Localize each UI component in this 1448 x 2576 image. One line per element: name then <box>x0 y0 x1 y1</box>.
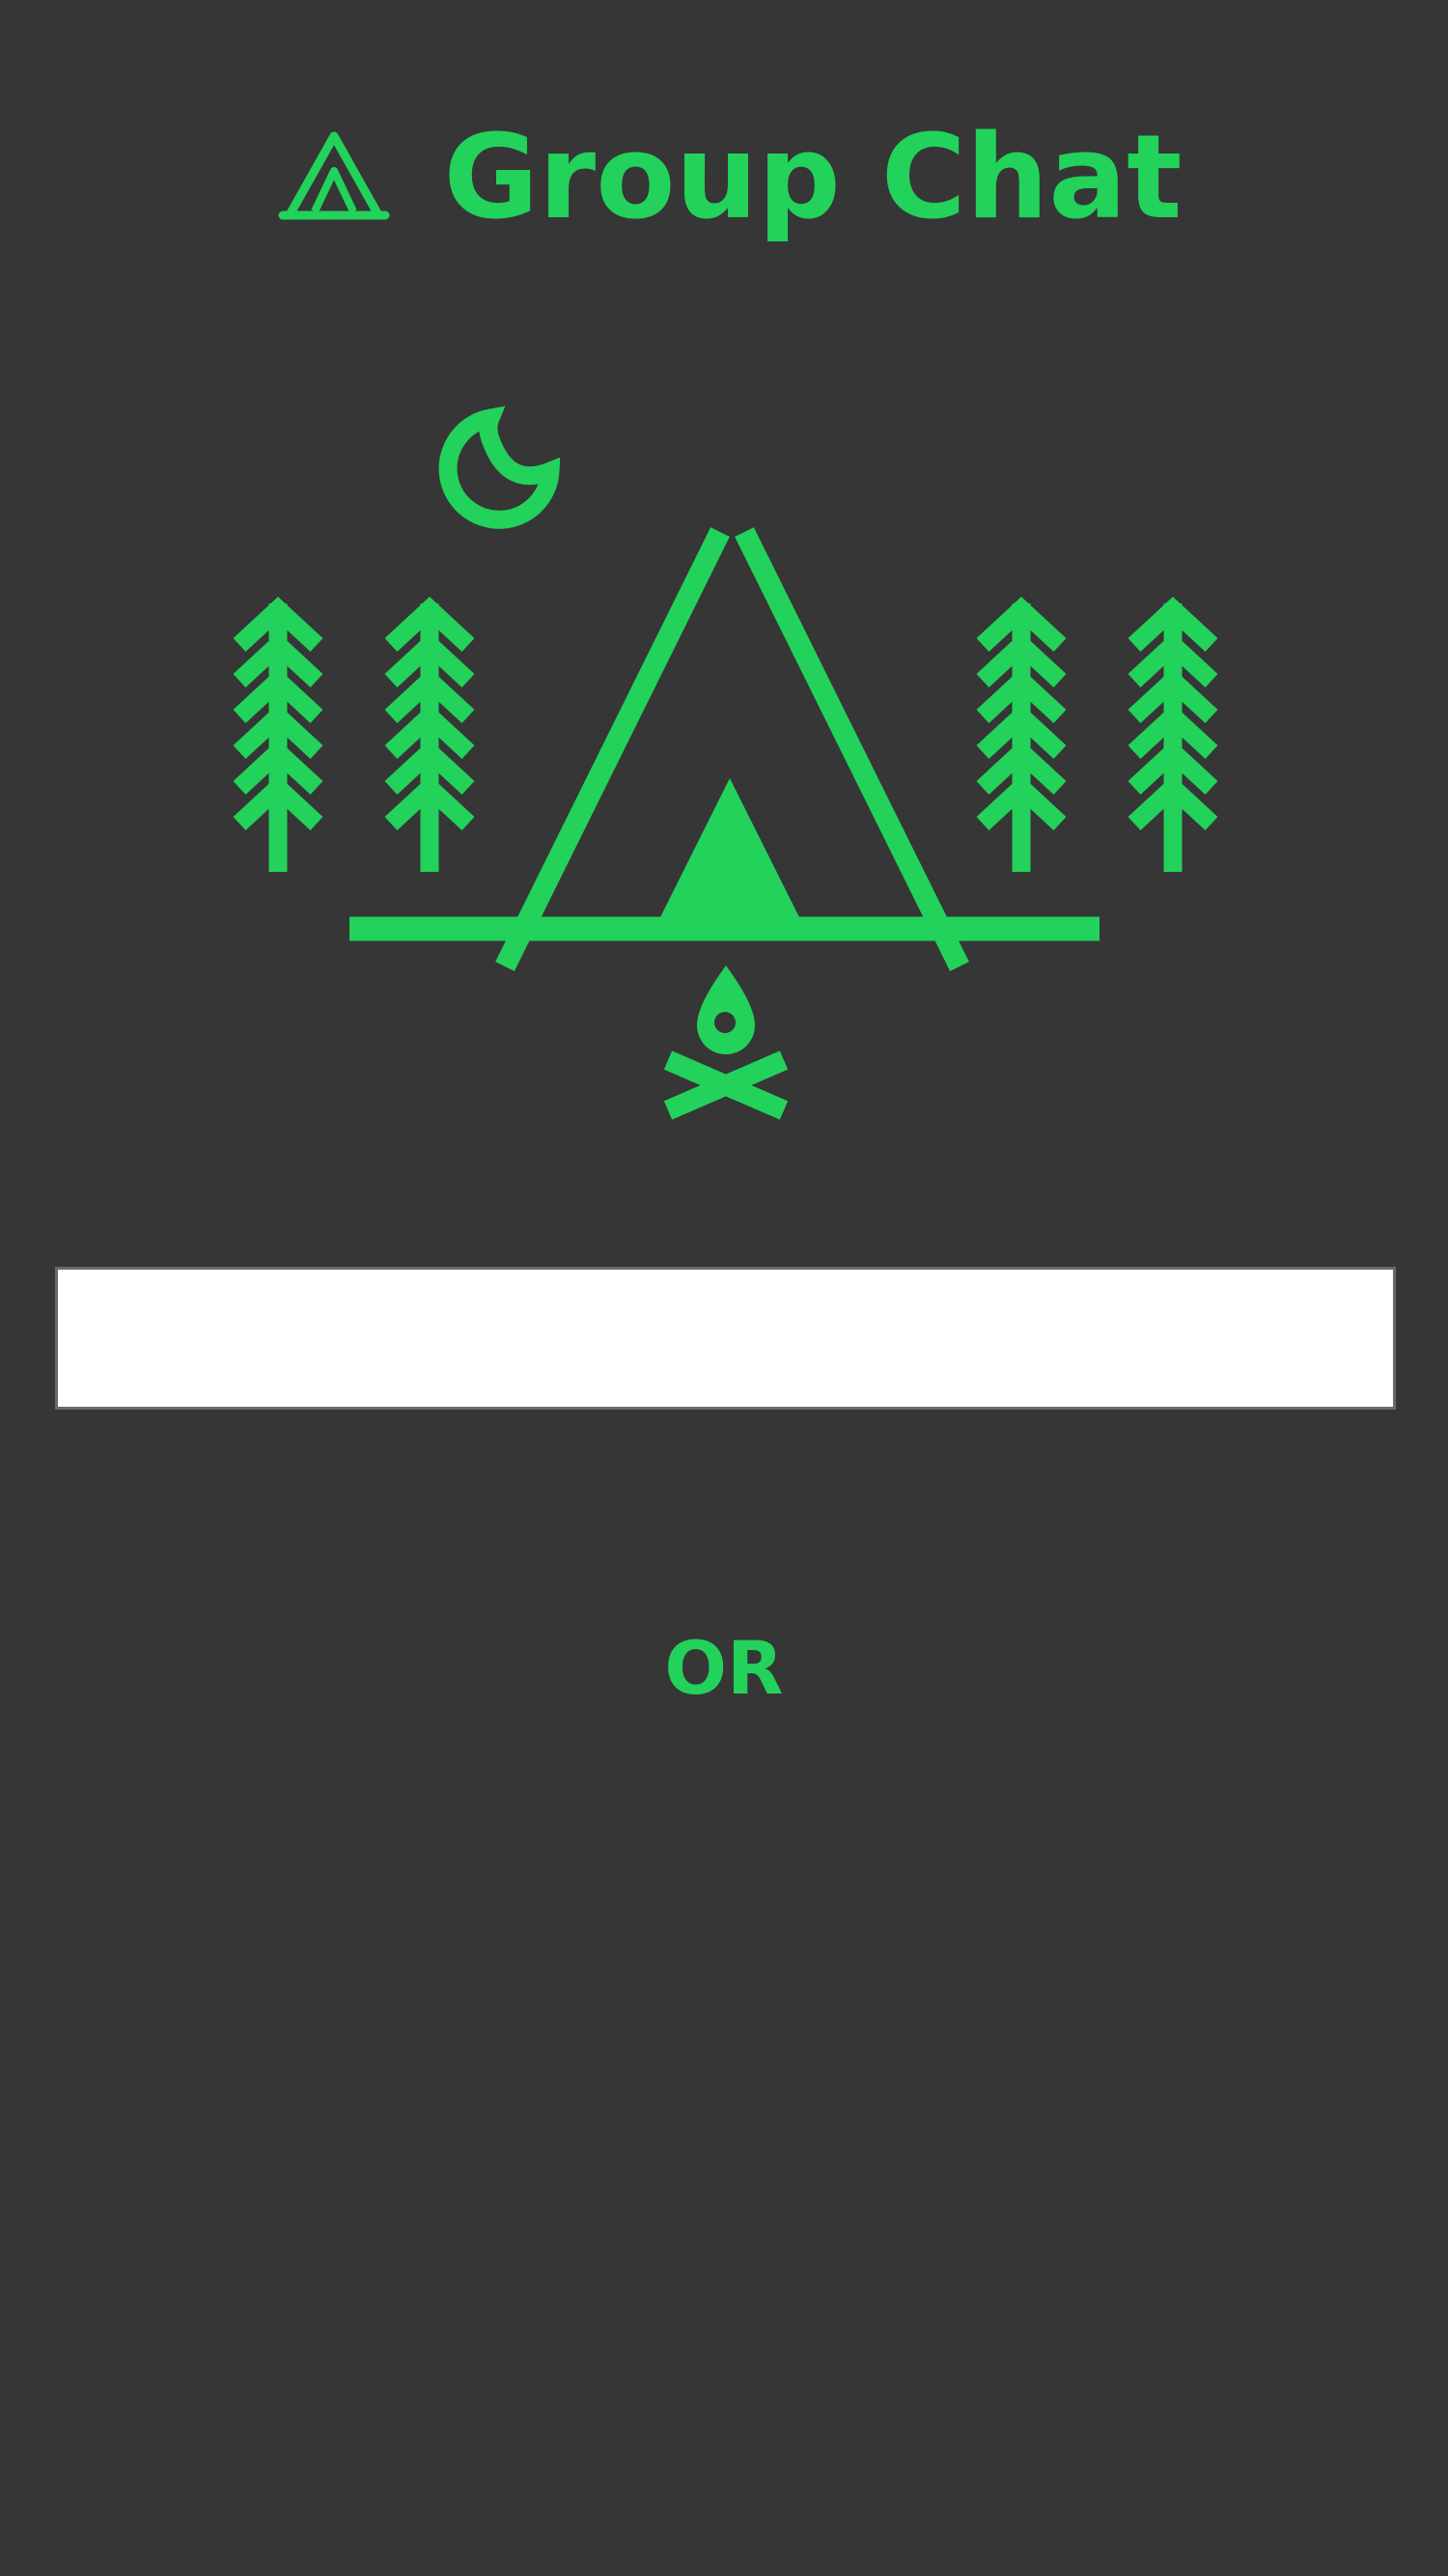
campfire-icon <box>663 966 789 1120</box>
pine-tree-icon <box>976 597 1067 872</box>
camp-illustration <box>233 406 1218 1120</box>
pine-tree-icon <box>233 597 323 872</box>
header-inner: Group Chat <box>277 111 1183 245</box>
or-divider-label: OR <box>664 1625 784 1711</box>
name-input[interactable] <box>55 1267 1396 1410</box>
page-title: Group Chat <box>443 111 1183 245</box>
app-header: Group Chat <box>0 106 1448 251</box>
pine-tree-icon <box>384 597 475 872</box>
pine-tree-icon <box>1128 597 1218 872</box>
moon-icon <box>438 406 561 529</box>
tent-icon <box>278 131 390 220</box>
